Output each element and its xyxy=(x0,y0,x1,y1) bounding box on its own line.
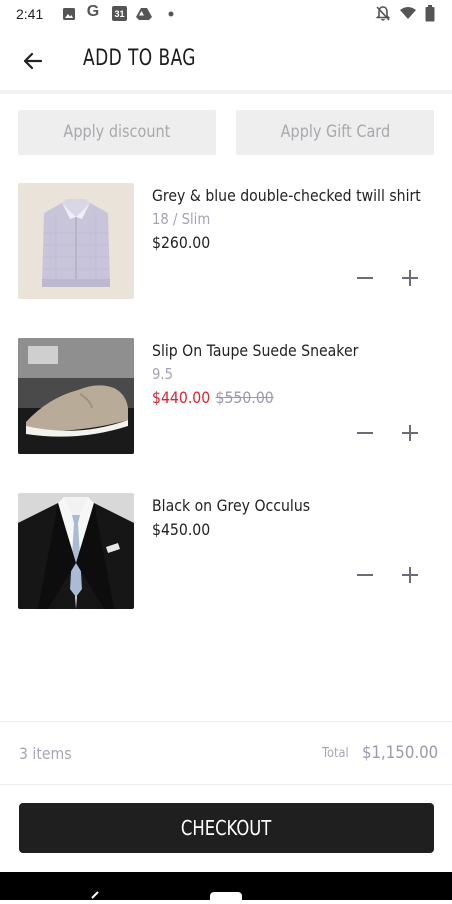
header-divider xyxy=(0,90,452,94)
apply-discount-label: Apply discount xyxy=(63,122,171,142)
status-bar: 2:41 G 31 xyxy=(0,0,452,28)
wifi-icon xyxy=(400,7,416,19)
summary-divider-bottom xyxy=(0,784,452,785)
page-title: ADD TO BAG xyxy=(83,46,196,71)
shirt-product-image[interactable] xyxy=(18,183,134,299)
decrease-quantity-button[interactable] xyxy=(351,264,379,292)
summary-divider-top xyxy=(0,721,452,722)
dot-icon xyxy=(168,11,174,17)
increase-quantity-button[interactable] xyxy=(396,264,424,292)
original-price: $550.00 xyxy=(215,388,274,407)
drive-icon xyxy=(136,8,152,20)
checkout-button[interactable]: CHECKOUT xyxy=(19,803,434,853)
sale-price: $440.00 xyxy=(152,388,211,407)
item-variant: 9.5 xyxy=(152,365,173,383)
items-count: 3 items xyxy=(19,744,72,763)
status-time: 2:41 xyxy=(16,6,44,22)
increase-quantity-button[interactable] xyxy=(396,419,424,447)
checkout-label: CHECKOUT xyxy=(181,816,272,840)
arrow-left-icon xyxy=(23,52,43,70)
suit-image xyxy=(18,493,134,609)
nav-back-icon[interactable] xyxy=(88,890,102,900)
calendar-icon: 31 xyxy=(112,6,127,21)
sneaker-image xyxy=(18,338,134,454)
suit-product-image[interactable] xyxy=(18,493,134,609)
item-name[interactable]: Slip On Taupe Suede Sneaker xyxy=(152,341,358,360)
item-name[interactable]: Black on Grey Occulus xyxy=(152,496,310,515)
item-name[interactable]: Grey & blue double-checked twill shirt xyxy=(152,186,421,205)
google-g-icon: G xyxy=(86,3,100,20)
shirt-image xyxy=(18,183,134,299)
sneaker-product-image[interactable] xyxy=(18,338,134,454)
item-variant: 18 / Slim xyxy=(152,210,211,228)
item-price: $450.00 xyxy=(152,520,211,539)
total-label: Total xyxy=(322,746,349,761)
system-nav-bar xyxy=(0,872,452,904)
back-button[interactable] xyxy=(16,44,50,78)
decrease-quantity-button[interactable] xyxy=(351,561,379,589)
image-icon xyxy=(63,8,75,20)
apply-gift-card-button[interactable]: Apply Gift Card xyxy=(236,110,434,155)
apply-gift-card-label: Apply Gift Card xyxy=(280,122,390,142)
item-price: $260.00 xyxy=(152,233,211,252)
apply-discount-button[interactable]: Apply discount xyxy=(18,110,216,155)
battery-icon xyxy=(425,5,435,22)
nav-home-icon[interactable] xyxy=(210,892,242,904)
increase-quantity-button[interactable] xyxy=(396,561,424,589)
notifications-off-icon xyxy=(375,6,391,21)
item-price: $440.00 $550.00 xyxy=(152,388,274,407)
decrease-quantity-button[interactable] xyxy=(351,419,379,447)
total-value: $1,150.00 xyxy=(362,743,439,763)
